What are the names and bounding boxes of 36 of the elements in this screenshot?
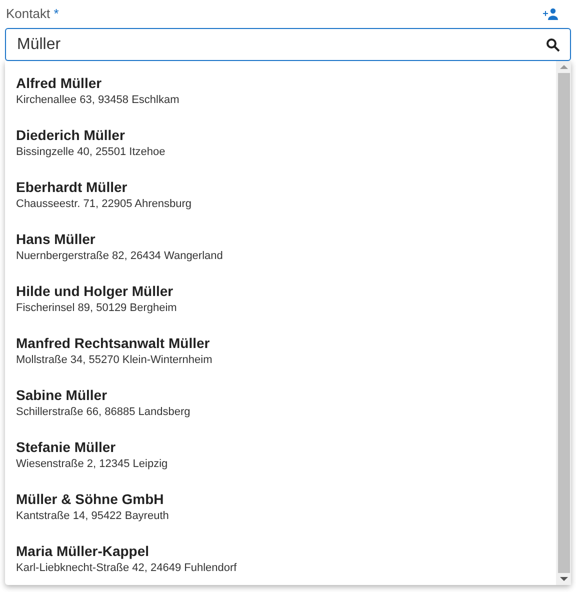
contact-address: Kantstraße 14, 95422 Bayreuth: [16, 509, 170, 524]
field-label: Kontakt *: [6, 5, 59, 24]
scroll-thumb[interactable]: [558, 73, 570, 573]
contact-name: Hans Müller: [16, 230, 96, 248]
contact-option[interactable]: Maria Müller-Kappel Karl-Liebknecht-Straße 42, 24649 Fuhlendorf: [5, 533, 556, 585]
contact-name: Eberhardt Müller: [16, 178, 128, 196]
contact-name: Sabine Müller: [16, 386, 108, 404]
contact-address: Bissingzelle 40, 25501 Itzehoe: [16, 145, 166, 160]
contact-option[interactable]: Müller & Söhne GmbH Kantstraße 14, 95422 Bayreuth: [5, 481, 556, 533]
contact-address: Fischerinsel 89, 50129 Bergheim: [16, 301, 178, 316]
contact-name: Manfred Rechtsanwalt Müller: [16, 334, 211, 352]
contact-option[interactable]: Alfred Müller Kirchenallee 63, 93458 Eschlkam: [5, 65, 556, 117]
contact-name: Diederich Müller: [16, 126, 126, 144]
contact-name: Alfred Müller: [16, 74, 103, 92]
contact-address: Karl-Liebknecht-Straße 42, 24649 Fuhlendorf: [16, 561, 238, 576]
contact-address: Chausseestr. 71, 22905 Ahrensburg: [16, 197, 193, 212]
contact-option[interactable]: Hilde und Holger Müller Fischerinsel 89, 50129 Bergheim: [5, 273, 556, 325]
add-person-icon[interactable]: [542, 8, 558, 20]
contact-address: Mollstraße 34, 55270 Klein-Winternheim: [16, 353, 214, 368]
search-icon[interactable]: [546, 38, 560, 52]
contact-address: Schillerstraße 66, 86885 Landsberg: [16, 405, 192, 420]
contact-option[interactable]: Sabine Müller Schillerstraße 66, 86885 Landsberg: [5, 377, 556, 429]
contact-address: Nuernbergerstraße 82, 26434 Wangerland: [16, 249, 224, 264]
contact-address: Kirchenallee 63, 93458 Eschlkam: [16, 93, 180, 108]
search-field[interactable]: Müller: [5, 28, 571, 61]
contact-option[interactable]: Hans Müller Nuernbergerstraße 82, 26434 Wangerland: [5, 221, 556, 273]
contact-option[interactable]: Manfred Rechtsanwalt Müller Mollstraße 34, 55270 Klein-Winternheim: [5, 325, 556, 377]
contact-option[interactable]: Eberhardt Müller Chausseestr. 71, 22905 Ahrensburg: [5, 169, 556, 221]
contact-name: Müller & Söhne GmbH: [16, 490, 165, 508]
contact-name: Maria Müller-Kappel: [16, 542, 150, 560]
scrollbar[interactable]: [556, 61, 571, 585]
contact-name: Stefanie Müller: [16, 438, 117, 456]
contact-option[interactable]: Stefanie Müller Wiesenstraße 2, 12345 Leipzig: [5, 429, 556, 481]
contact-name: Hilde und Holger Müller: [16, 282, 174, 300]
contact-address: Wiesenstraße 2, 12345 Leipzig: [16, 457, 169, 472]
contact-option[interactable]: Diederich Müller Bissingzelle 40, 25501 Itzehoe: [5, 117, 556, 169]
